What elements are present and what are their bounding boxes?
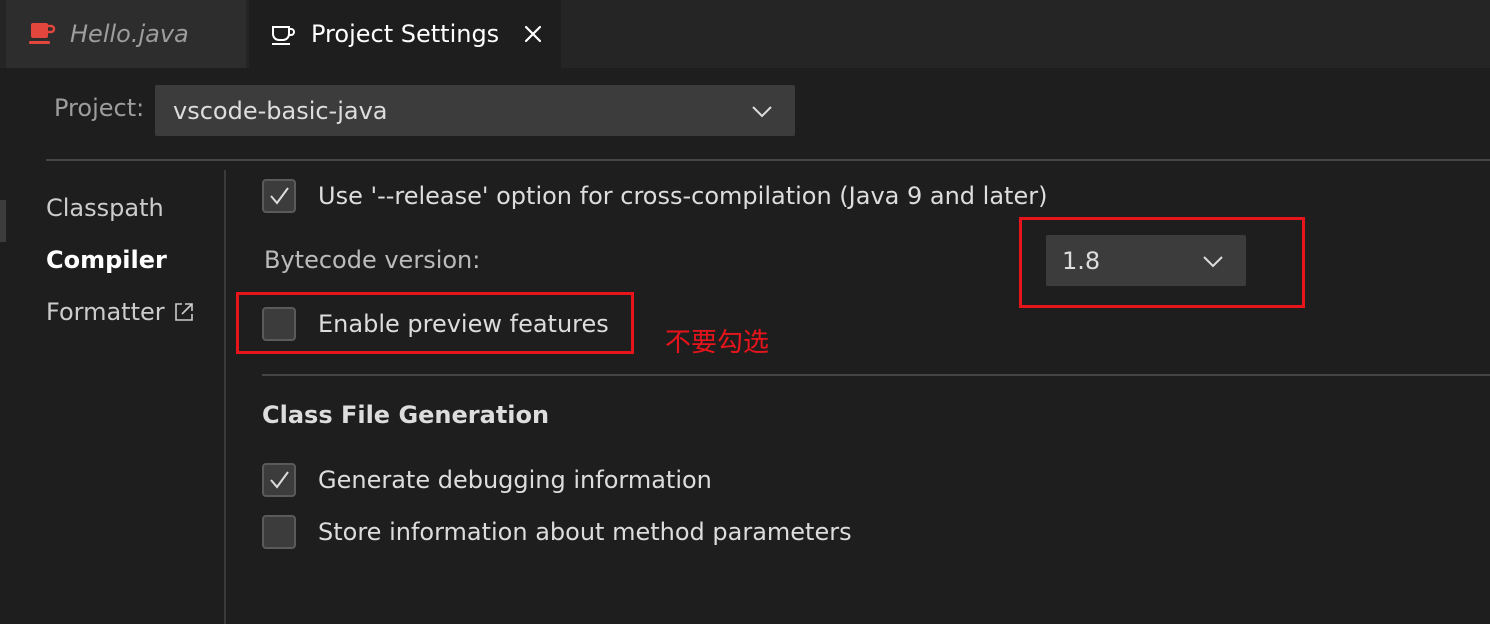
sidebar-item-compiler[interactable]: Compiler	[46, 246, 167, 274]
tab-hello-java[interactable]: Hello.java	[6, 0, 246, 68]
project-select[interactable]: vscode-basic-java	[155, 85, 795, 136]
release-option-label: Use '--release' option for cross-compila…	[318, 182, 1048, 210]
checkmark-icon	[270, 471, 289, 489]
debug-info-label: Generate debugging information	[318, 466, 712, 494]
divider	[46, 159, 1490, 161]
chevron-down-icon	[752, 106, 772, 118]
tab-label: Hello.java	[70, 20, 189, 48]
sidebar-item-label: Compiler	[46, 246, 167, 274]
tab-bar: Hello.java Project Settings	[0, 0, 1490, 68]
annotation-highlight-preview	[236, 292, 634, 354]
checkmark-icon	[270, 187, 289, 205]
method-params-checkbox[interactable]	[262, 515, 296, 549]
release-option-checkbox[interactable]	[262, 179, 296, 213]
sidebar-item-formatter[interactable]: Formatter	[46, 298, 195, 326]
tab-project-settings[interactable]: Project Settings	[249, 0, 561, 68]
java-file-icon	[29, 23, 56, 44]
section-title-class-file-generation: Class File Generation	[262, 401, 550, 429]
external-link-icon	[174, 303, 193, 321]
sidebar-item-classpath[interactable]: Classpath	[46, 194, 164, 222]
annotation-highlight-bytecode	[1019, 217, 1305, 308]
debug-info-checkbox-row[interactable]: Generate debugging information	[262, 463, 712, 497]
sidebar-item-label: Formatter	[46, 298, 165, 326]
tab-label: Project Settings	[311, 20, 500, 48]
sidebar-separator	[224, 170, 226, 624]
section-divider	[262, 374, 1490, 376]
close-icon[interactable]	[521, 22, 545, 46]
project-label: Project:	[54, 94, 145, 122]
annotation-note: 不要勾选	[665, 328, 770, 358]
release-option-checkbox-row[interactable]: Use '--release' option for cross-compila…	[262, 179, 1047, 213]
bytecode-version-label: Bytecode version:	[264, 246, 481, 274]
coffee-cup-icon	[272, 26, 295, 45]
method-params-checkbox-row[interactable]: Store information about method parameter…	[262, 515, 852, 549]
activity-bar-edge	[0, 200, 6, 242]
sidebar-item-label: Classpath	[46, 194, 164, 222]
debug-info-checkbox[interactable]	[262, 463, 296, 497]
project-select-value: vscode-basic-java	[173, 96, 388, 125]
method-params-label: Store information about method parameter…	[318, 518, 852, 546]
